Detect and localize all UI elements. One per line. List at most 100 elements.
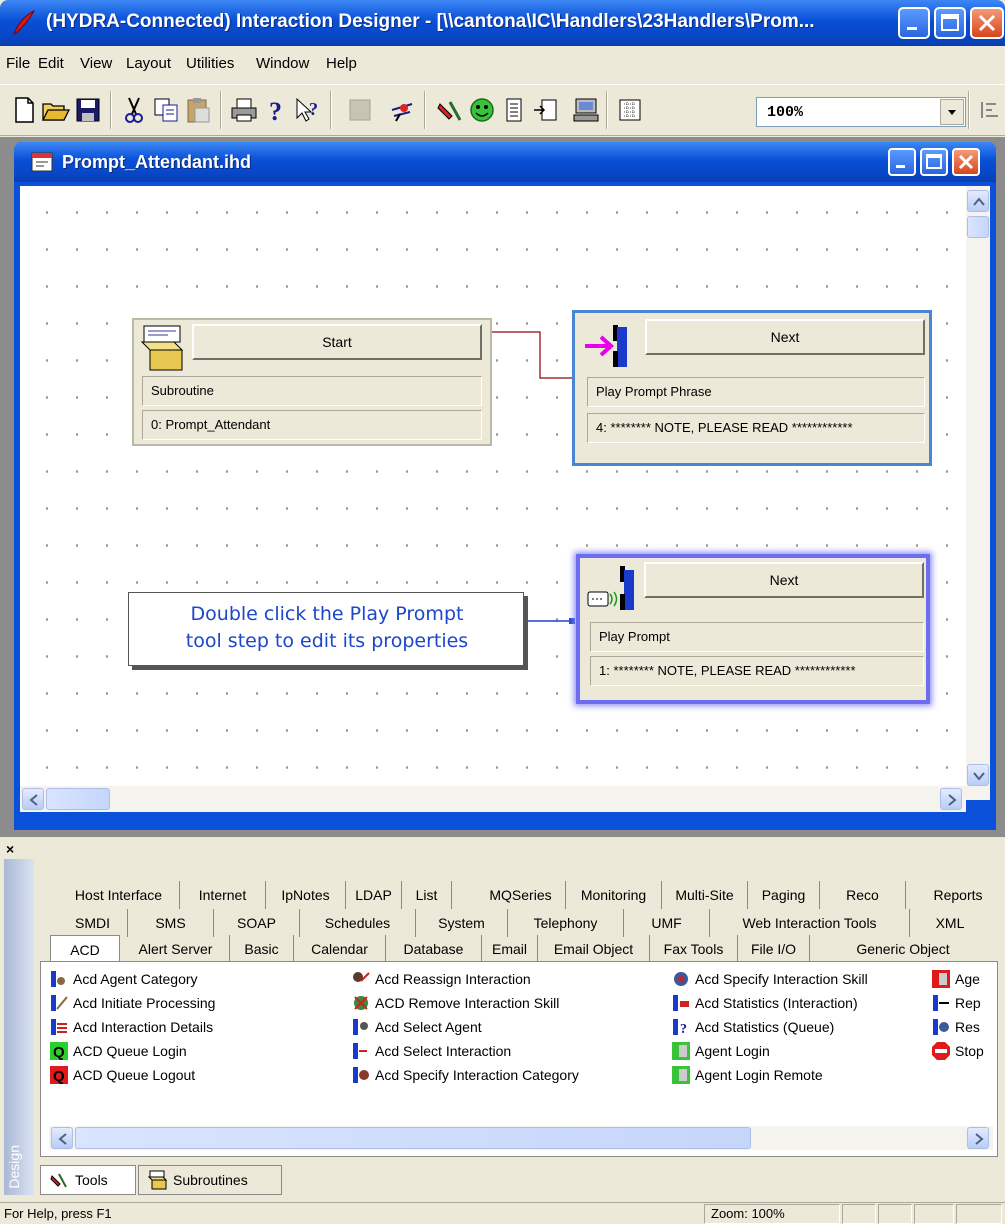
new-button[interactable] xyxy=(8,94,40,126)
debug-button[interactable] xyxy=(386,94,418,126)
tab-umf[interactable]: UMF xyxy=(624,909,710,937)
tab-schedules[interactable]: Schedules xyxy=(300,909,416,937)
scroll-left-button[interactable] xyxy=(22,788,44,810)
phrase-next-button[interactable]: Next xyxy=(645,319,925,355)
disabled-tool-button[interactable] xyxy=(344,94,376,126)
scroll-up-button[interactable] xyxy=(967,190,989,212)
tool-acd-queue-login[interactable]: Q ACD Queue Login xyxy=(49,1040,187,1062)
tab-system[interactable]: System xyxy=(416,909,508,937)
tab-smdi[interactable]: SMDI xyxy=(58,909,128,937)
tab-reco[interactable]: Reco xyxy=(820,881,906,909)
tool-acd-agent-category[interactable]: Acd Agent Category xyxy=(49,968,198,990)
tools-button[interactable] xyxy=(434,94,466,126)
tool-acd-queue-logout[interactable]: Q ACD Queue Logout xyxy=(49,1064,195,1086)
play-prompt-step[interactable]: Next Play Prompt 1: ******** NOTE, PLEAS… xyxy=(576,554,930,704)
design-canvas[interactable]: Start Subroutine 0: Prompt_Attendant Nex… xyxy=(20,186,966,786)
tab-reports[interactable]: Reports xyxy=(920,881,996,909)
scroll-down-button[interactable] xyxy=(967,764,989,786)
tab-sms[interactable]: SMS xyxy=(128,909,214,937)
tool-scroll-right-button[interactable] xyxy=(967,1127,989,1149)
publish-button[interactable] xyxy=(530,94,562,126)
tab-ipnotes[interactable]: IpNotes xyxy=(266,881,346,909)
print-button[interactable] xyxy=(228,94,260,126)
doc-close-button[interactable] xyxy=(952,148,980,176)
tab-file-io[interactable]: File I/O xyxy=(738,935,810,963)
tool-acd-interaction-details[interactable]: Acd Interaction Details xyxy=(49,1016,213,1038)
tool-agent-login[interactable]: Agent Login xyxy=(671,1040,770,1062)
tool-acd-specify-interaction-skill[interactable]: Acd Specify Interaction Skill xyxy=(671,968,868,990)
title-bar[interactable]: (HYDRA-Connected) Interaction Designer -… xyxy=(0,0,1005,46)
prompt-next-button[interactable]: Next xyxy=(644,562,924,598)
tool-panel-scrollbar[interactable] xyxy=(49,1126,993,1150)
doc-maximize-button[interactable] xyxy=(920,148,948,176)
open-button[interactable] xyxy=(40,94,72,126)
tab-telephony[interactable]: Telephony xyxy=(508,909,624,937)
subroutines-tab[interactable]: Subroutines xyxy=(138,1165,282,1195)
tab-email[interactable]: Email xyxy=(482,935,538,963)
tool-acd-reassign-interaction[interactable]: Acd Reassign Interaction xyxy=(351,968,531,990)
tool-acd-select-agent[interactable]: Acd Select Agent xyxy=(351,1016,482,1038)
align-button[interactable] xyxy=(974,94,1005,126)
design-pane-close-icon[interactable]: × xyxy=(6,841,14,857)
maximize-button[interactable] xyxy=(934,7,966,39)
horizontal-scroll-thumb[interactable] xyxy=(46,788,110,810)
tool-acd-select-interaction[interactable]: Acd Select Interaction xyxy=(351,1040,511,1062)
tab-soap[interactable]: SOAP xyxy=(214,909,300,937)
menu-edit[interactable]: Edit xyxy=(38,55,64,72)
close-button[interactable] xyxy=(970,7,1004,39)
start-output-button[interactable]: Start xyxy=(192,324,482,360)
start-step[interactable]: Start Subroutine 0: Prompt_Attendant xyxy=(132,318,492,446)
vertical-scroll-thumb[interactable] xyxy=(967,216,989,238)
tool-acd-remove-interaction-skill[interactable]: ACD Remove Interaction Skill xyxy=(351,992,559,1014)
tool-acd-specify-interaction-category[interactable]: Acd Specify Interaction Category xyxy=(351,1064,579,1086)
tool-agent-login-remote[interactable]: Agent Login Remote xyxy=(671,1064,823,1086)
tab-monitoring[interactable]: Monitoring xyxy=(566,881,662,909)
tab-database[interactable]: Database xyxy=(386,935,482,963)
scroll-right-button[interactable] xyxy=(940,788,962,810)
tool-acd-statistics-interaction[interactable]: Acd Statistics (Interaction) xyxy=(671,992,858,1014)
tab-internet[interactable]: Internet xyxy=(180,881,266,909)
tab-ldap[interactable]: LDAP xyxy=(346,881,402,909)
document-button[interactable] xyxy=(498,94,530,126)
tab-fax-tools[interactable]: Fax Tools xyxy=(650,935,738,963)
tool-rep-clipped[interactable]: Rep xyxy=(931,992,995,1014)
tool-agent-clipped[interactable]: Age xyxy=(931,968,995,990)
tool-scroll-left-button[interactable] xyxy=(51,1127,73,1149)
menu-help[interactable]: Help xyxy=(326,55,357,72)
menu-file[interactable]: File xyxy=(6,55,30,72)
menu-window[interactable]: Window xyxy=(256,55,309,72)
server-button[interactable] xyxy=(570,94,602,126)
tab-generic-object[interactable]: Generic Object xyxy=(810,935,996,963)
tab-list[interactable]: List xyxy=(402,881,452,909)
zoom-dropdown-button[interactable] xyxy=(940,99,964,125)
tools-tab[interactable]: Tools xyxy=(40,1165,136,1195)
tool-scroll-thumb[interactable] xyxy=(75,1127,751,1149)
menu-layout[interactable]: Layout xyxy=(126,55,171,72)
tab-paging[interactable]: Paging xyxy=(748,881,820,909)
tab-alert-server[interactable]: Alert Server xyxy=(122,935,230,963)
help-button[interactable]: ? xyxy=(260,94,292,126)
tab-multi-site[interactable]: Multi-Site xyxy=(662,881,748,909)
tab-basic[interactable]: Basic xyxy=(230,935,294,963)
doc-minimize-button[interactable] xyxy=(888,148,916,176)
document-title-bar[interactable]: Prompt_Attendant.ihd xyxy=(14,142,996,182)
menu-utilities[interactable]: Utilities xyxy=(186,55,234,72)
smiley-button[interactable] xyxy=(466,94,498,126)
tool-res-clipped[interactable]: Res xyxy=(931,1016,995,1038)
tab-web-interaction-tools[interactable]: Web Interaction Tools xyxy=(710,909,910,937)
horizontal-scrollbar[interactable] xyxy=(20,786,966,812)
tool-acd-statistics-queue[interactable]: ? Acd Statistics (Queue) xyxy=(671,1016,834,1038)
menu-view[interactable]: View xyxy=(80,55,112,72)
minimize-button[interactable] xyxy=(898,7,930,39)
zoom-fit-button[interactable] xyxy=(614,94,646,126)
tool-stop-clipped[interactable]: Stop xyxy=(931,1040,995,1062)
context-help-button[interactable]: ? xyxy=(292,94,324,126)
save-button[interactable] xyxy=(72,94,104,126)
tab-mqseries[interactable]: MQSeries xyxy=(476,881,566,909)
paste-button[interactable] xyxy=(182,94,214,126)
play-prompt-phrase-step[interactable]: Next Play Prompt Phrase 4: ******** NOTE… xyxy=(572,310,932,466)
tab-host-interface[interactable]: Host Interface xyxy=(58,881,180,909)
copy-button[interactable] xyxy=(150,94,182,126)
tab-email-object[interactable]: Email Object xyxy=(538,935,650,963)
cut-button[interactable] xyxy=(118,94,150,126)
